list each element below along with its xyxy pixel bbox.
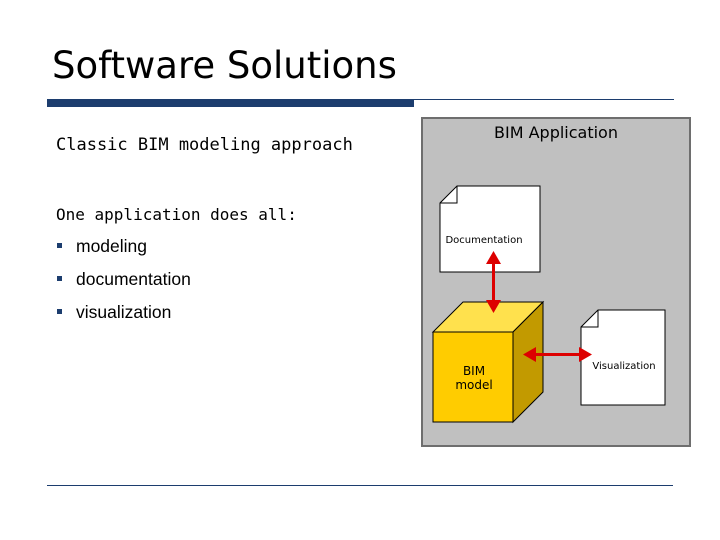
visualization-page-icon [580,309,666,406]
bim-model-label-line2: model [455,378,492,392]
bim-model-label-line1: BIM [463,364,485,378]
bim-application-label: BIM Application [494,123,618,142]
footer-rule [47,485,673,486]
bim-model-cube [431,300,545,424]
documentation-label: Documentation [445,235,522,246]
visualization-label: Visualization [592,361,655,372]
bim-diagram: BIM Application Documentation BIM model … [421,117,691,447]
